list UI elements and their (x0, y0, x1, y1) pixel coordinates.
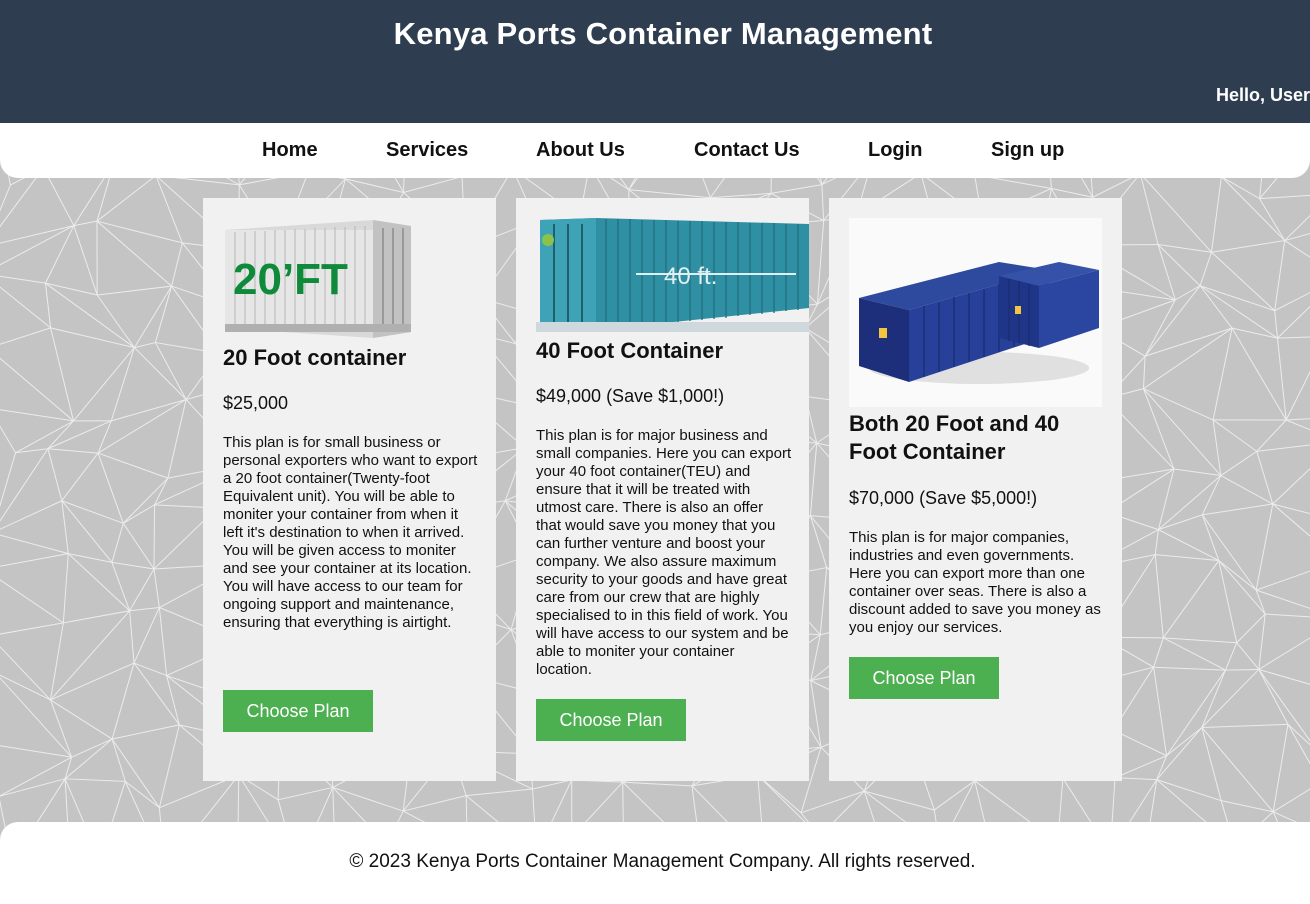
choose-plan-both-button[interactable]: Choose Plan (849, 657, 999, 699)
plan-price: $25,000 (223, 393, 289, 413)
container-20ft-image: 20’FT (223, 218, 413, 340)
user-greeting: Hello, User (1215, 85, 1310, 105)
plan-description: This plan is for major business and smal… (536, 427, 792, 678)
choose-plan-40ft-button[interactable]: Choose Plan (536, 699, 686, 741)
plan-price: $70,000 (Save $5,000!) (849, 488, 1038, 508)
main-nav: Home Services About Us Contact Us Login … (0, 123, 1310, 178)
site-footer: © 2023 Kenya Ports Container Management … (0, 822, 1310, 904)
plan-card-both: Both 20 Foot and 40 Foot Container $70,0… (829, 198, 1122, 781)
plan-title: 40 Foot Container (536, 338, 724, 363)
container-20ft-label: 20’FT (233, 255, 348, 304)
plan-title: Both 20 Foot and 40 Foot Container (849, 411, 1060, 464)
nav-login[interactable]: Login (868, 139, 922, 162)
plan-price: $49,000 (Save $1,000!) (536, 386, 725, 406)
nav-about-us[interactable]: About Us (536, 139, 625, 162)
plan-description: This plan is for major companies, indust… (849, 529, 1101, 636)
plan-title: 20 Foot container (223, 345, 407, 370)
container-40ft-image: 40 ft. (536, 218, 809, 332)
plan-card-20ft: 20’FT 20 Foot container $25,000 This pla… (203, 198, 496, 781)
container-40ft-label: 40 ft. (664, 263, 717, 290)
choose-plan-20ft-button[interactable]: Choose Plan (223, 690, 373, 732)
nav-services[interactable]: Services (386, 139, 468, 162)
containers-both-image (849, 218, 1102, 407)
site-title: Kenya Ports Container Management (393, 16, 933, 51)
nav-home[interactable]: Home (262, 139, 318, 162)
plan-description: This plan is for small business or perso… (223, 434, 478, 631)
site-header: Kenya Ports Container Management Hello, … (0, 0, 1310, 123)
nav-sign-up[interactable]: Sign up (991, 139, 1064, 162)
plan-card-40ft: 40 ft. 40 Foot Container $49,000 (Save $… (516, 198, 809, 781)
copyright-text: © 2023 Kenya Ports Container Management … (349, 851, 976, 872)
nav-contact-us[interactable]: Contact Us (694, 139, 800, 162)
